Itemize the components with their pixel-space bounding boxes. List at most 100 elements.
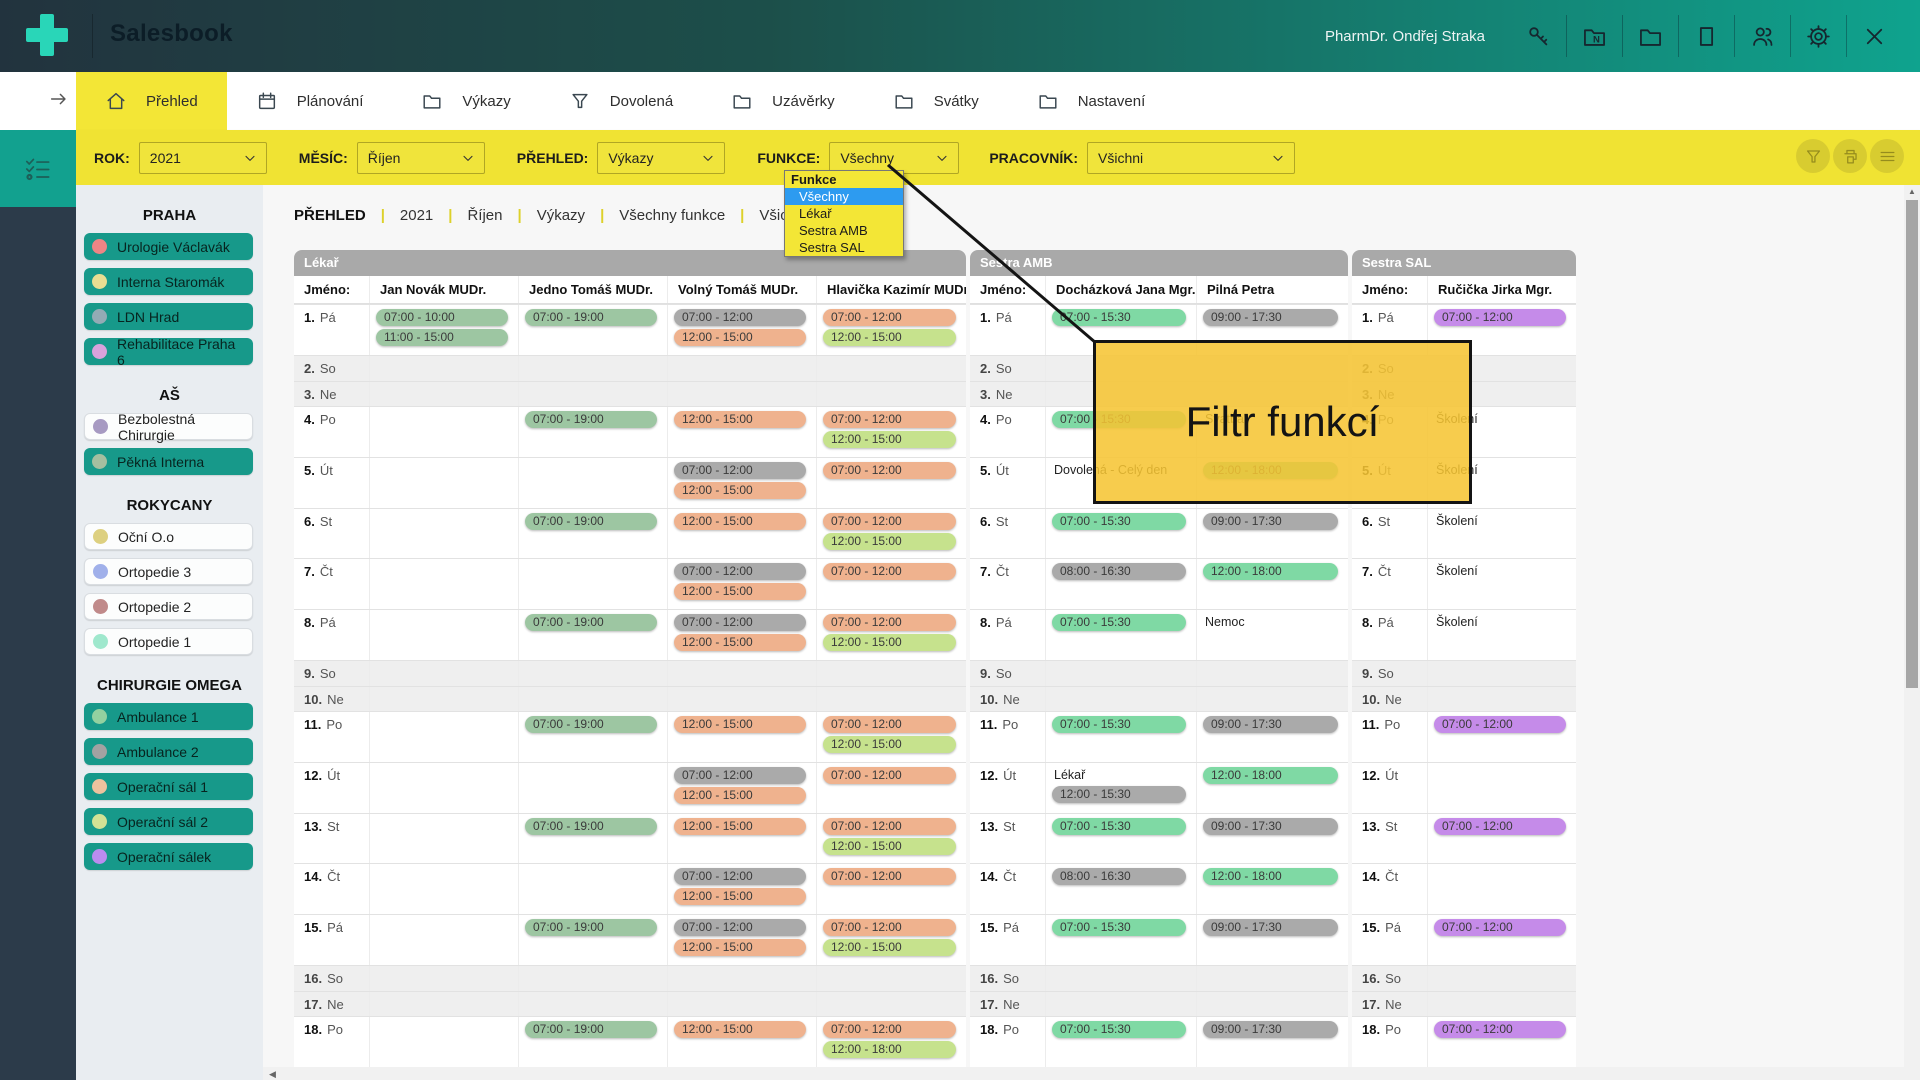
shift-pill[interactable]: 07:00 - 12:00 [674, 919, 806, 936]
shift-pill[interactable]: 12:00 - 15:00 [823, 533, 956, 550]
close-icon[interactable] [1861, 23, 1888, 50]
shift-pill[interactable]: 07:00 - 12:00 [823, 1021, 956, 1038]
shift-pill[interactable]: 07:00 - 12:00 [823, 462, 956, 479]
pracovnik-select[interactable]: Všichni [1087, 142, 1295, 174]
shift-pill[interactable]: 12:00 - 15:00 [823, 736, 956, 753]
shift-pill[interactable]: 09:00 - 17:30 [1203, 309, 1338, 326]
shift-pill[interactable]: 12:00 - 15:00 [674, 583, 806, 600]
shift-pill[interactable]: 08:00 - 16:30 [1052, 563, 1186, 580]
shift-pill[interactable]: 12:00 - 15:00 [674, 482, 806, 499]
shift-pill[interactable]: 09:00 - 17:30 [1203, 513, 1338, 530]
shift-pill[interactable]: 07:00 - 12:00 [823, 513, 956, 530]
shift-pill[interactable]: 07:00 - 12:00 [823, 818, 956, 835]
shift-pill[interactable]: 07:00 - 12:00 [823, 563, 956, 580]
shift-pill[interactable]: 08:00 - 16:30 [1052, 868, 1186, 885]
absence-note[interactable]: Školení [1428, 613, 1576, 632]
shift-pill[interactable]: 12:00 - 15:00 [823, 838, 956, 855]
shift-pill[interactable]: 12:00 - 18:00 [1203, 767, 1338, 784]
absence-note[interactable]: Školení [1428, 562, 1576, 581]
shift-pill[interactable]: 12:00 - 15:00 [674, 888, 806, 905]
stop-icon[interactable] [1693, 23, 1720, 50]
shift-pill[interactable]: 07:00 - 12:00 [823, 716, 956, 733]
shift-pill[interactable]: 12:00 - 18:00 [823, 1041, 956, 1058]
shift-pill[interactable]: 07:00 - 19:00 [525, 614, 657, 631]
shift-pill[interactable]: 07:00 - 12:00 [674, 563, 806, 580]
shift-pill[interactable]: 07:00 - 15:30 [1052, 309, 1186, 326]
arrow-right-icon[interactable] [48, 88, 70, 110]
filter-button[interactable] [1796, 139, 1830, 173]
shift-pill[interactable]: 07:00 - 12:00 [823, 614, 956, 631]
location-pill[interactable]: Bezbolestná Chirurgie [84, 413, 253, 440]
shift-pill[interactable]: 07:00 - 12:00 [674, 767, 806, 784]
shift-pill[interactable]: 12:00 - 15:00 [823, 431, 956, 448]
menu-button[interactable] [1870, 139, 1904, 173]
funkce-select[interactable]: Všechny [829, 142, 959, 174]
location-pill[interactable]: Operační sálek [84, 843, 253, 870]
location-pill[interactable]: LDN Hrad [84, 303, 253, 330]
shift-pill[interactable]: 12:00 - 15:00 [823, 634, 956, 651]
shift-pill[interactable]: 12:00 - 15:00 [674, 513, 806, 530]
shift-pill[interactable]: 12:00 - 15:00 [674, 787, 806, 804]
mesic-select[interactable]: Říjen [357, 142, 485, 174]
shift-pill[interactable]: 07:00 - 12:00 [823, 309, 956, 326]
shift-pill[interactable]: 07:00 - 10:00 [376, 309, 508, 326]
shift-pill[interactable]: 12:00 - 15:00 [823, 329, 956, 346]
shift-pill[interactable]: 07:00 - 12:00 [674, 614, 806, 631]
tab-nastavení[interactable]: Nastavení [1008, 72, 1175, 130]
users-icon[interactable] [1749, 23, 1776, 50]
absence-note[interactable]: Nemoc [1197, 613, 1348, 632]
dropdown-option[interactable]: Sestra AMB [785, 222, 903, 239]
shift-pill[interactable]: 07:00 - 12:00 [674, 868, 806, 885]
shift-pill[interactable]: 07:00 - 19:00 [525, 919, 657, 936]
location-pill[interactable]: Operační sál 1 [84, 773, 253, 800]
shift-pill[interactable]: 12:00 - 15:00 [674, 716, 806, 733]
print-button[interactable] [1833, 139, 1867, 173]
location-pill[interactable]: Ortopedie 2 [84, 593, 253, 620]
absence-note[interactable]: Lékař [1046, 766, 1196, 785]
location-pill[interactable]: Operační sál 2 [84, 808, 253, 835]
shift-pill[interactable]: 07:00 - 12:00 [674, 309, 806, 326]
location-pill[interactable]: Ambulance 2 [84, 738, 253, 765]
shift-pill[interactable]: 07:00 - 15:30 [1052, 818, 1186, 835]
absence-note[interactable]: Školení [1428, 512, 1576, 531]
location-pill[interactable]: Interna Staromák [84, 268, 253, 295]
shift-pill[interactable]: 09:00 - 17:30 [1203, 919, 1338, 936]
shift-pill[interactable]: 11:00 - 15:00 [376, 329, 508, 346]
shift-pill[interactable]: 07:00 - 12:00 [823, 411, 956, 428]
shift-pill[interactable]: 09:00 - 17:30 [1203, 818, 1338, 835]
scroll-left-icon[interactable]: ◀ [269, 1069, 276, 1080]
scroll-up-icon[interactable]: ▲ [1908, 187, 1916, 196]
shift-pill[interactable]: 12:00 - 15:00 [674, 411, 806, 428]
location-pill[interactable]: Oční O.o [84, 523, 253, 550]
shift-pill[interactable]: 07:00 - 15:30 [1052, 716, 1186, 733]
shift-pill[interactable]: 07:00 - 15:30 [1052, 919, 1186, 936]
shift-pill[interactable]: 07:00 - 12:00 [823, 767, 956, 784]
shift-pill[interactable]: 07:00 - 19:00 [525, 309, 657, 326]
shift-pill[interactable]: 12:00 - 15:00 [674, 329, 806, 346]
shift-pill[interactable]: 07:00 - 12:00 [1434, 309, 1566, 326]
shift-pill[interactable]: 12:00 - 18:00 [1203, 868, 1338, 885]
shift-pill[interactable]: 12:00 - 15:00 [823, 939, 956, 956]
gear-icon[interactable] [1805, 23, 1832, 50]
shift-pill[interactable]: 07:00 - 15:30 [1052, 1021, 1186, 1038]
dropdown-option[interactable]: Lékař [785, 205, 903, 222]
sidebar-toggle[interactable] [0, 130, 76, 207]
folder-n-icon[interactable]: N [1581, 23, 1608, 50]
shift-pill[interactable]: 07:00 - 12:00 [1434, 919, 1566, 936]
shift-pill[interactable]: 07:00 - 12:00 [1434, 716, 1566, 733]
shift-pill[interactable]: 09:00 - 17:30 [1203, 716, 1338, 733]
shift-pill[interactable]: 12:00 - 18:00 [1203, 563, 1338, 580]
tab-svátky[interactable]: Svátky [864, 72, 1008, 130]
shift-pill[interactable]: 09:00 - 17:30 [1203, 1021, 1338, 1038]
tab-výkazy[interactable]: Výkazy [392, 72, 539, 130]
shift-pill[interactable]: 12:00 - 15:00 [674, 939, 806, 956]
location-pill[interactable]: Rehabilitace Praha 6 [84, 338, 253, 365]
shift-pill[interactable]: 12:00 - 15:00 [674, 634, 806, 651]
shift-pill[interactable]: 07:00 - 15:30 [1052, 614, 1186, 631]
shift-pill[interactable]: 07:00 - 19:00 [525, 818, 657, 835]
vertical-scrollbar[interactable]: ▲ [1904, 185, 1920, 1080]
location-pill[interactable]: Ortopedie 3 [84, 558, 253, 585]
shift-pill[interactable]: 07:00 - 12:00 [1434, 818, 1566, 835]
shift-pill[interactable]: 07:00 - 19:00 [525, 411, 657, 428]
horizontal-scrollbar[interactable]: ◀ [263, 1067, 1905, 1080]
